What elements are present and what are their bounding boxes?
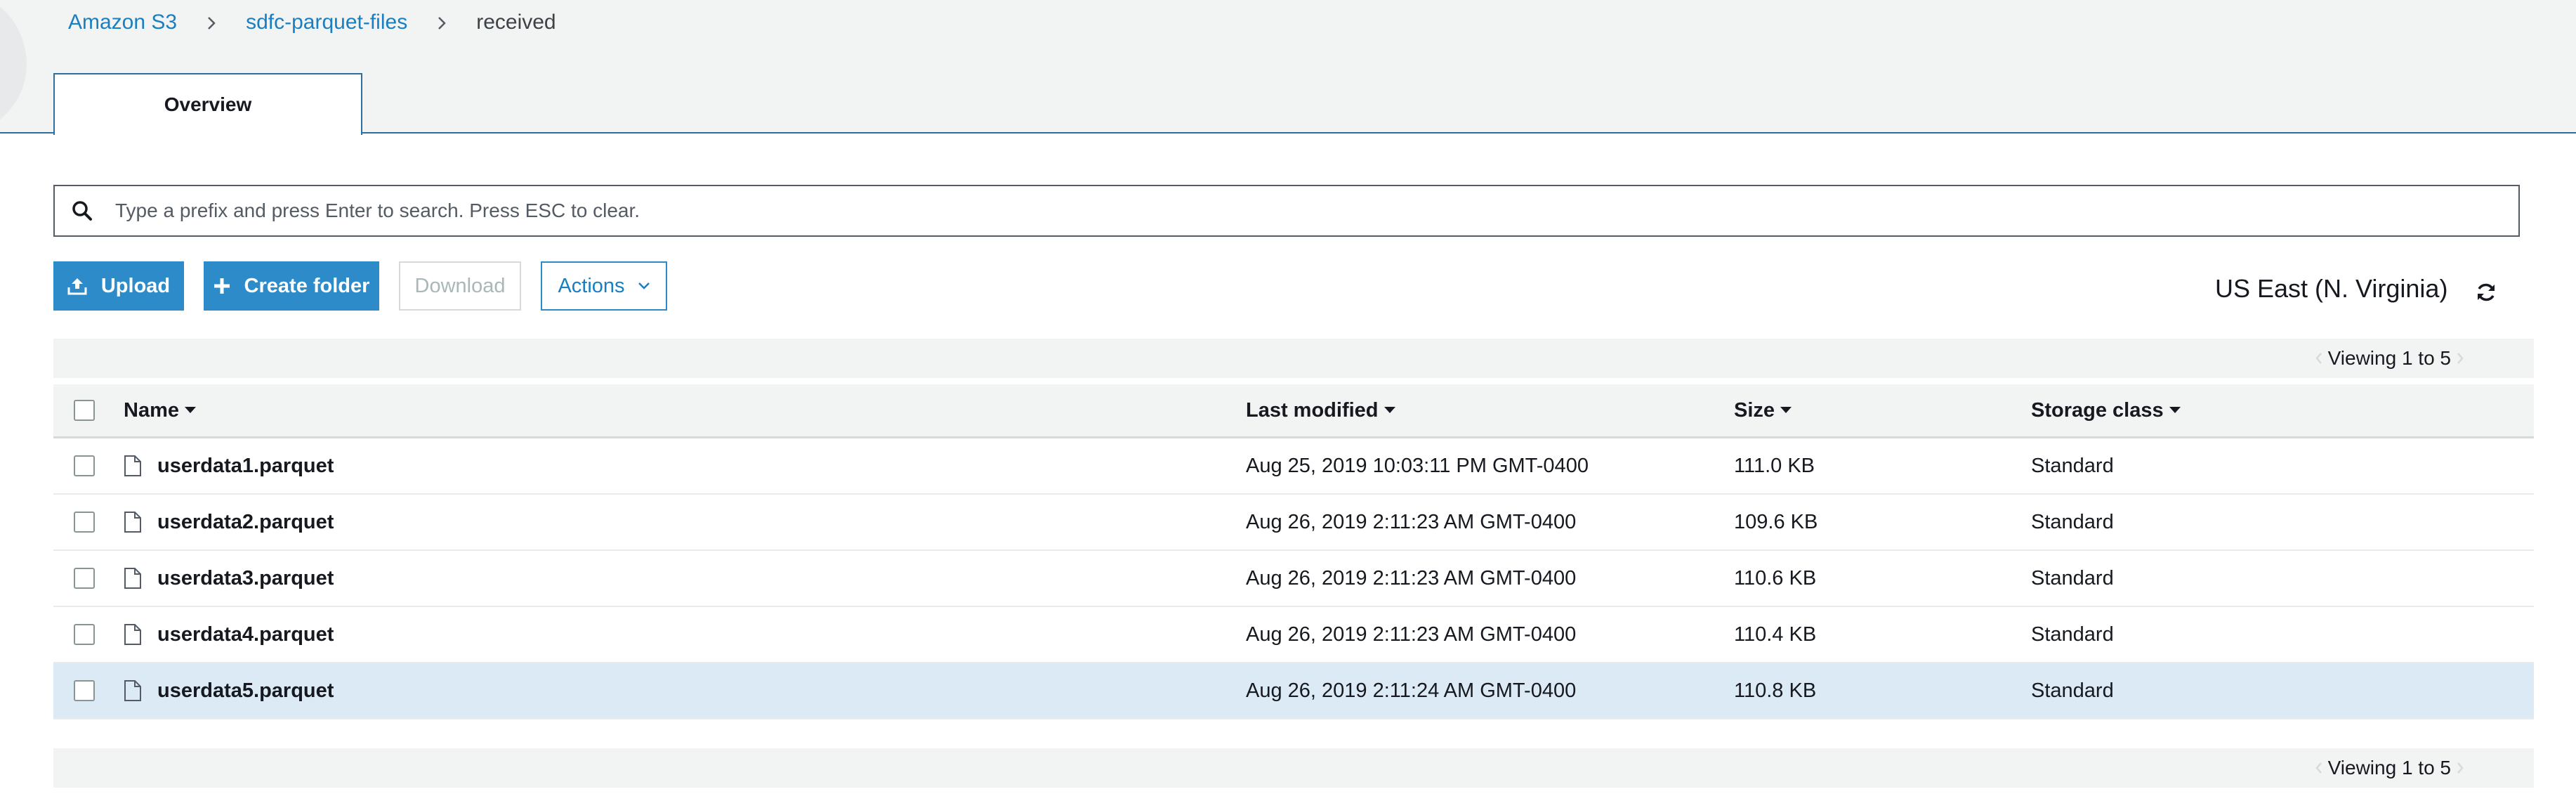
row-checkbox[interactable] xyxy=(74,455,95,476)
row-checkbox[interactable] xyxy=(74,680,95,701)
previous-page-icon[interactable] xyxy=(2310,762,2328,774)
column-header-last-modified[interactable]: Last modified xyxy=(1246,384,1395,436)
create-folder-button-label: Create folder xyxy=(244,274,370,297)
breadcrumb: Amazon S3 sdfc-parquet-files received xyxy=(68,10,556,35)
column-header-name[interactable]: Name xyxy=(124,384,196,436)
file-icon xyxy=(124,679,142,702)
caret-down-icon xyxy=(1780,407,1792,414)
size-cell: 110.8 KB xyxy=(1734,679,1817,702)
caret-down-icon xyxy=(1384,407,1395,414)
storage-class-cell: Standard xyxy=(2031,679,2114,702)
previous-page-icon[interactable] xyxy=(2310,352,2328,365)
file-name-link[interactable]: userdata1.parquet xyxy=(157,455,334,478)
objects-table: Name Last modified Size Storage class us… xyxy=(53,384,2534,719)
last-modified-cell: Aug 26, 2019 2:11:23 AM GMT-0400 xyxy=(1246,566,1577,590)
caret-down-icon xyxy=(2169,407,2181,414)
table-row[interactable]: userdata3.parquet Aug 26, 2019 2:11:23 A… xyxy=(53,551,2534,607)
next-page-icon[interactable] xyxy=(2451,762,2469,774)
row-checkbox[interactable] xyxy=(74,568,95,589)
pagination-bottom: Viewing 1 to 5 xyxy=(2310,748,2469,788)
pagination-bar-top: Viewing 1 to 5 xyxy=(53,339,2534,378)
row-checkbox[interactable] xyxy=(74,624,95,645)
refresh-icon[interactable] xyxy=(2473,280,2499,305)
size-cell: 109.6 KB xyxy=(1734,510,1818,533)
breadcrumb-current-folder: received xyxy=(476,11,556,34)
file-name-cell: userdata3.parquet xyxy=(124,551,334,606)
file-icon xyxy=(124,511,142,533)
viewing-range-label: Viewing 1 to 5 xyxy=(2327,347,2451,369)
column-header-label: Storage class xyxy=(2031,398,2164,422)
file-name-link[interactable]: userdata4.parquet xyxy=(157,623,334,646)
storage-class-cell: Standard xyxy=(2031,510,2114,533)
file-icon xyxy=(124,567,142,590)
upload-button-label: Upload xyxy=(100,274,171,297)
table-row[interactable]: userdata5.parquet Aug 26, 2019 2:11:24 A… xyxy=(53,663,2534,719)
download-button-label: Download xyxy=(414,274,506,297)
size-cell: 111.0 KB xyxy=(1734,454,1815,477)
next-page-icon[interactable] xyxy=(2451,352,2469,365)
file-icon xyxy=(124,455,142,477)
actions-dropdown-button[interactable]: Actions xyxy=(541,261,667,311)
chevron-right-icon xyxy=(407,10,476,35)
size-cell: 110.4 KB xyxy=(1734,623,1817,646)
search-icon xyxy=(70,199,94,223)
pagination-bar-bottom: Viewing 1 to 5 xyxy=(53,748,2534,788)
file-name-cell: userdata5.parquet xyxy=(124,663,334,718)
column-header-label: Size xyxy=(1734,398,1775,422)
file-icon xyxy=(124,623,142,646)
actions-button-label: Actions xyxy=(558,274,625,297)
upload-icon xyxy=(67,277,87,295)
column-header-label: Last modified xyxy=(1246,398,1379,422)
create-folder-button[interactable]: Create folder xyxy=(204,261,379,311)
search-input[interactable] xyxy=(115,190,2518,232)
file-name-cell: userdata1.parquet xyxy=(124,438,334,493)
file-name-cell: userdata4.parquet xyxy=(124,607,334,662)
breadcrumb-link-bucket[interactable]: sdfc-parquet-files xyxy=(246,10,407,35)
column-header-storage-class[interactable]: Storage class xyxy=(2031,384,2181,436)
size-cell: 110.6 KB xyxy=(1734,566,1817,590)
tab-overview[interactable]: Overview xyxy=(53,73,362,135)
upload-button[interactable]: Upload xyxy=(53,261,184,311)
search-bar xyxy=(53,185,2520,237)
last-modified-cell: Aug 25, 2019 10:03:11 PM GMT-0400 xyxy=(1246,454,1589,477)
storage-class-cell: Standard xyxy=(2031,566,2114,590)
breadcrumb-link-amazon-s3[interactable]: Amazon S3 xyxy=(68,10,177,35)
table-row[interactable]: userdata1.parquet Aug 25, 2019 10:03:11 … xyxy=(53,438,2534,495)
file-name-cell: userdata2.parquet xyxy=(124,495,334,549)
download-button[interactable]: Download xyxy=(399,261,521,311)
storage-class-cell: Standard xyxy=(2031,454,2114,477)
table-row[interactable]: userdata2.parquet Aug 26, 2019 2:11:23 A… xyxy=(53,495,2534,551)
last-modified-cell: Aug 26, 2019 2:11:24 AM GMT-0400 xyxy=(1246,679,1577,702)
row-checkbox[interactable] xyxy=(74,512,95,533)
region-label: US East (N. Virginia) xyxy=(2215,274,2448,303)
file-name-link[interactable]: userdata2.parquet xyxy=(157,511,334,534)
table-header: Name Last modified Size Storage class xyxy=(53,384,2534,438)
chevron-right-icon xyxy=(177,10,246,35)
last-modified-cell: Aug 26, 2019 2:11:23 AM GMT-0400 xyxy=(1246,510,1577,533)
table-row[interactable]: userdata4.parquet Aug 26, 2019 2:11:23 A… xyxy=(53,607,2534,663)
column-header-size[interactable]: Size xyxy=(1734,384,1792,436)
viewing-range-label: Viewing 1 to 5 xyxy=(2327,757,2451,779)
file-name-link[interactable]: userdata3.parquet xyxy=(157,567,334,590)
storage-class-cell: Standard xyxy=(2031,623,2114,646)
select-all-checkbox[interactable] xyxy=(74,400,95,421)
chevron-down-icon xyxy=(638,282,650,290)
last-modified-cell: Aug 26, 2019 2:11:23 AM GMT-0400 xyxy=(1246,623,1577,646)
file-name-link[interactable]: userdata5.parquet xyxy=(157,679,334,703)
pagination-top: Viewing 1 to 5 xyxy=(2310,339,2469,378)
caret-down-icon xyxy=(185,407,196,414)
plus-icon xyxy=(213,278,230,294)
header-band: Amazon S3 sdfc-parquet-files received Ov… xyxy=(0,0,2576,135)
column-header-label: Name xyxy=(124,398,179,422)
